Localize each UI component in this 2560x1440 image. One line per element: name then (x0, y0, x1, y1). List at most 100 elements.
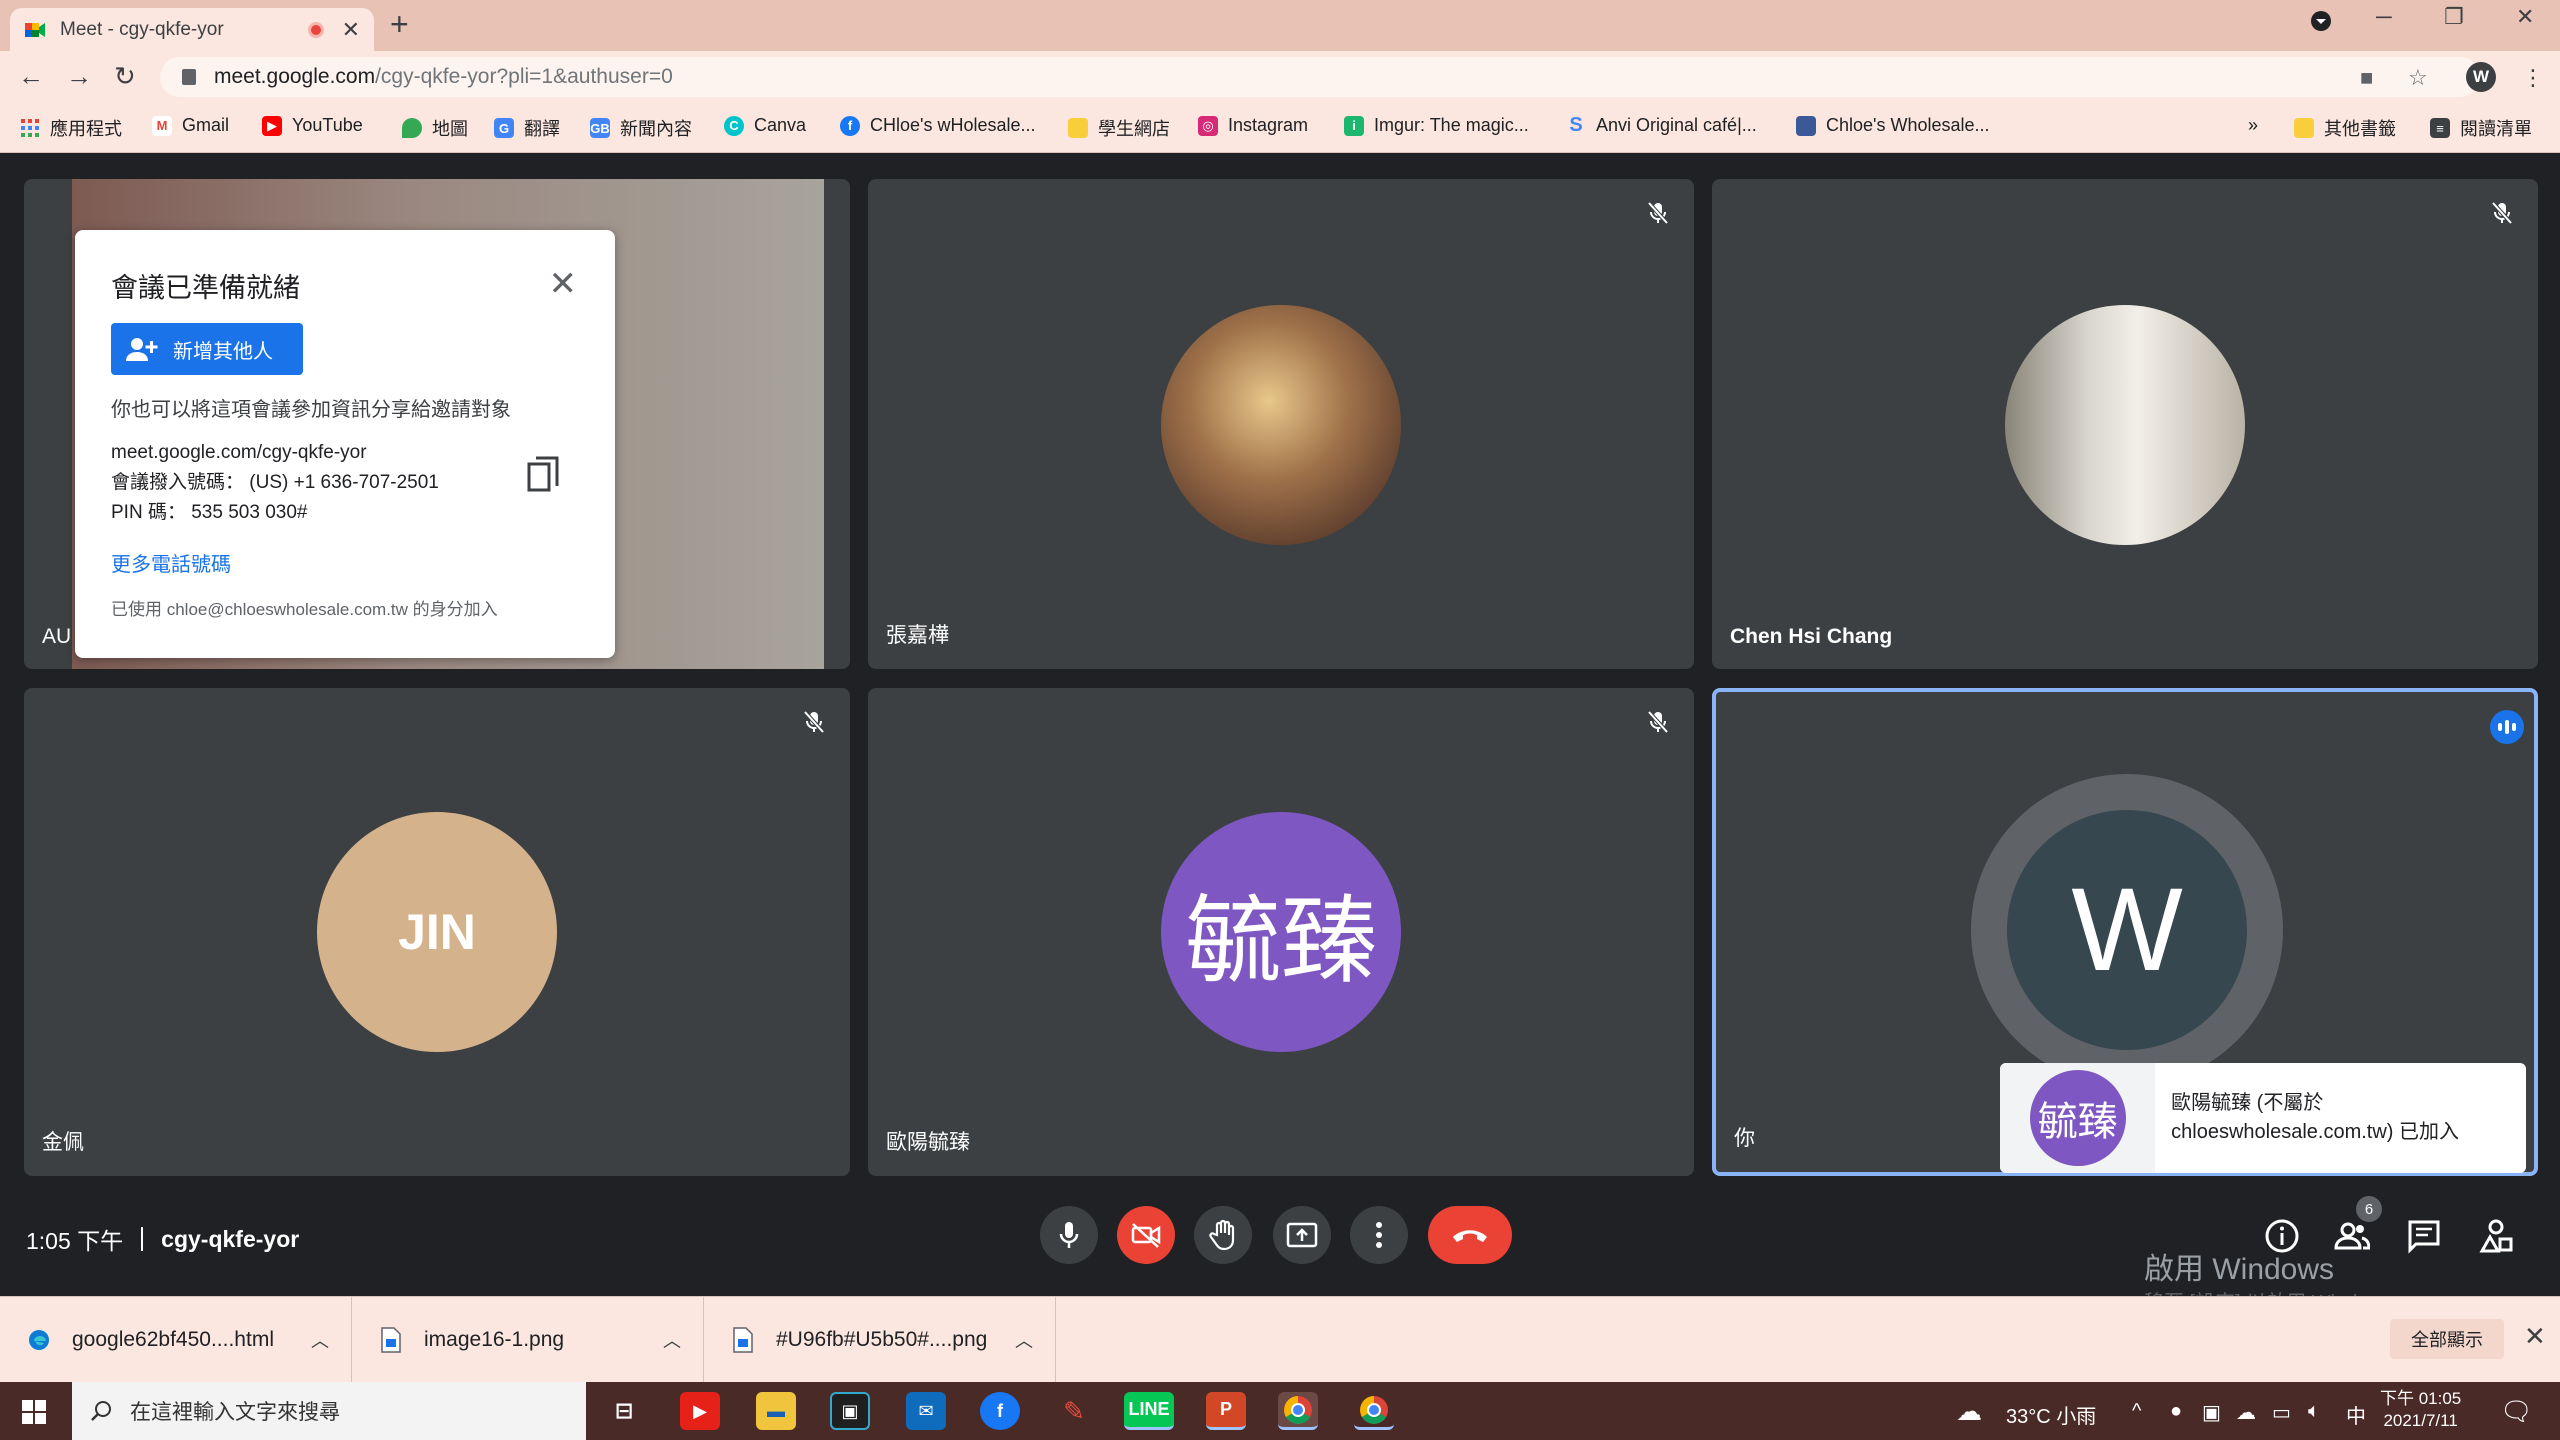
line-app-icon[interactable]: LINE (1124, 1392, 1174, 1430)
minimize-button[interactable]: ─ (2376, 4, 2392, 30)
windows-taskbar: 在這裡輸入文字來搜尋 ⊟ ▶ ▬ ▣ ✉ f ✎ LINE P ☁ 33°C 小… (0, 1382, 2560, 1440)
people-icon[interactable] (2334, 1218, 2370, 1254)
url-host: meet.google.com (214, 65, 376, 88)
bookmark-anvi[interactable]: S Anvi Original café|... (1566, 114, 1756, 136)
participant-tile-4[interactable]: JIN 金佩 (24, 688, 850, 1176)
youtube-app-icon[interactable]: ▶ (680, 1392, 720, 1430)
close-icon[interactable]: ✕ (549, 264, 578, 304)
bookmark-chloes-wholesale[interactable]: Chloe's Wholesale... (1796, 115, 1990, 136)
search-placeholder: 在這裡輸入文字來搜尋 (130, 1401, 340, 1424)
copy-icon[interactable] (527, 456, 561, 494)
microphone-tray-icon[interactable]: ● (2170, 1400, 2182, 1423)
tab-strip: Meet - cgy-qkfe-yor ✕ + ─ ❐ ✕ (0, 0, 2560, 51)
volume-icon[interactable]: 🔈︎ (2308, 1400, 2320, 1423)
camera-button[interactable] (1117, 1206, 1175, 1264)
overflow-chevron-icon: » (2248, 115, 2259, 135)
bookmark-student-shop[interactable]: 學生網店 (1068, 115, 1170, 141)
download-item[interactable]: image16-1.png ︿ (352, 1297, 704, 1383)
bookmark-maps[interactable]: 地圖 (402, 115, 468, 141)
lock-icon (182, 69, 196, 85)
mail-icon[interactable]: ✉ (906, 1392, 946, 1430)
chrome-menu-icon[interactable]: ⋮ (2522, 65, 2544, 91)
participant-tile-3[interactable]: Chen Hsi Chang (1712, 179, 2538, 669)
chevron-up-icon[interactable]: ︿ (311, 1327, 329, 1353)
downloads-shelf: google62bf450....html ︿ image16-1.png ︿ … (0, 1296, 2560, 1383)
activities-icon[interactable] (2478, 1218, 2514, 1254)
profile-avatar[interactable]: W (2466, 62, 2496, 92)
search-icon (91, 1401, 111, 1421)
system-clock[interactable]: 下午 01:05 2021/7/11 (2380, 1388, 2461, 1432)
back-button[interactable]: ← (18, 61, 44, 92)
bookmark-reading-list[interactable]: ≡ 閱讀清單 (2430, 115, 2532, 141)
site-icon (1796, 115, 1816, 136)
microphone-button[interactable] (1040, 1206, 1098, 1264)
bookmark-instagram[interactable]: ◎ Instagram (1198, 115, 1308, 136)
weather-cloud-icon[interactable]: ☁ (1956, 1396, 1982, 1427)
bookmark-star-icon[interactable]: ☆ (2408, 65, 2428, 91)
tab-search-icon[interactable] (2310, 10, 2332, 38)
reload-button[interactable]: ↻ (114, 61, 136, 92)
chevron-up-icon[interactable]: ︿ (663, 1327, 681, 1353)
forward-button[interactable]: → (66, 61, 92, 92)
bookmark-youtube[interactable]: ▶ YouTube (262, 115, 363, 136)
url-path: /cgy-qkfe-yor?pli=1&authuser=0 (375, 65, 673, 88)
pin-code: PIN 碼： 535 503 030# (111, 502, 308, 523)
more-phone-numbers-link[interactable]: 更多電話號碼 (111, 548, 579, 577)
participant-tile-5[interactable]: 毓臻 歐陽毓臻 (868, 688, 1694, 1176)
chrome-profile-icon[interactable] (1354, 1392, 1394, 1430)
bookmarks-overflow-button[interactable]: » (2248, 115, 2258, 136)
task-view-icon[interactable]: ⊟ (604, 1392, 644, 1430)
camera-blocked-icon[interactable]: ■ (2360, 65, 2373, 91)
window-close-button[interactable]: ✕ (2516, 4, 2534, 30)
bookmark-canva[interactable]: C Canva (724, 115, 806, 136)
file-explorer-icon[interactable]: ▬ (756, 1392, 796, 1430)
tab-close-icon[interactable]: ✕ (342, 17, 360, 43)
pen-app-icon[interactable]: ✎ (1054, 1392, 1094, 1430)
chrome-icon[interactable] (1278, 1392, 1318, 1430)
meet-tray-icon[interactable]: ▣ (2202, 1400, 2221, 1425)
edge-file-icon (29, 1330, 49, 1350)
tab-meet[interactable]: Meet - cgy-qkfe-yor ✕ (10, 8, 374, 51)
facebook-app-icon[interactable]: f (980, 1392, 1020, 1430)
more-options-button[interactable] (1350, 1206, 1408, 1264)
add-people-button[interactable]: 新增其他人 (111, 323, 303, 375)
avatar: JIN (317, 812, 557, 1052)
bookmark-chloes-facebook[interactable]: f CHloe's wHolesale... (840, 115, 1036, 136)
chevron-up-icon[interactable]: ︿ (1015, 1327, 1033, 1353)
raise-hand-button[interactable] (1194, 1206, 1252, 1264)
close-downloads-icon[interactable]: ✕ (2524, 1321, 2546, 1352)
bookmark-translate[interactable]: G 翻譯 (494, 115, 560, 141)
taskbar-search-input[interactable]: 在這裡輸入文字來搜尋 (72, 1382, 586, 1440)
new-tab-button[interactable]: + (390, 6, 409, 43)
maximize-button[interactable]: ❐ (2444, 4, 2464, 30)
show-hidden-icons[interactable]: ^ (2132, 1400, 2141, 1423)
bookmark-other[interactable]: 其他書籤 (2294, 115, 2396, 141)
notifications-icon[interactable]: 🗨︎ (2500, 1396, 2533, 1427)
person-add-icon (126, 338, 158, 361)
mic-off-icon (2491, 201, 2513, 225)
bookmark-apps[interactable]: 應用程式 (20, 115, 122, 141)
onedrive-icon[interactable]: ☁ (2236, 1400, 2256, 1425)
chat-icon[interactable] (2406, 1218, 2442, 1254)
bookmark-imgur[interactable]: i Imgur: The magic... (1344, 115, 1529, 136)
meet-favicon-icon (24, 19, 46, 41)
terminal-app-icon[interactable]: ▣ (830, 1392, 870, 1430)
powerpoint-icon[interactable]: P (1206, 1392, 1246, 1430)
participant-tile-2[interactable]: 張嘉樺 (868, 179, 1694, 669)
avatar: W (2007, 810, 2247, 1050)
address-bar[interactable]: meet.google.com/cgy-qkfe-yor?pli=1&authu… (160, 57, 2480, 97)
bookmark-news[interactable]: GB 新聞內容 (590, 115, 692, 141)
show-all-downloads-button[interactable]: 全部顯示 (2390, 1319, 2504, 1359)
input-method-indicator[interactable]: 中 (2346, 1400, 2366, 1429)
instagram-icon: ◎ (1198, 115, 1218, 136)
bookmark-gmail[interactable]: M Gmail (152, 115, 229, 136)
news-icon: GB (590, 118, 610, 138)
add-people-label: 新增其他人 (173, 340, 273, 363)
windows-start-icon[interactable] (22, 1400, 46, 1424)
weather-text[interactable]: 33°C 小雨 (2006, 1400, 2096, 1429)
download-item[interactable]: google62bf450....html ︿ (0, 1297, 352, 1383)
network-icon[interactable]: ▭ (2272, 1400, 2291, 1425)
leave-call-button[interactable] (1428, 1206, 1512, 1264)
download-item[interactable]: #U96fb#U5b50#....png ︿ (704, 1297, 1056, 1383)
present-button[interactable] (1273, 1206, 1331, 1264)
